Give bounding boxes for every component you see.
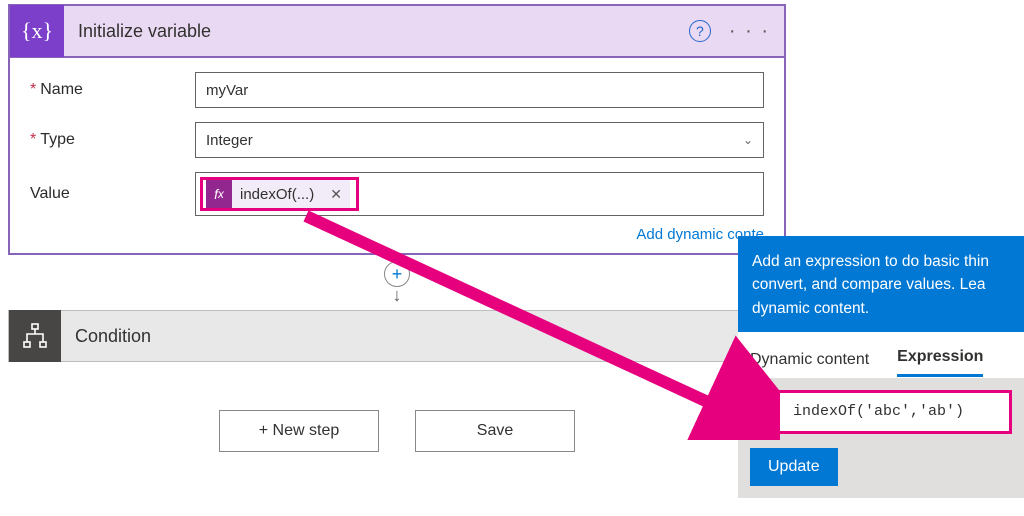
value-input[interactable]: fx indexOf(...) ✕ [195,172,764,216]
help-icon[interactable]: ? [689,20,711,42]
new-step-button[interactable]: + New step [219,410,379,452]
fx-icon: fx [206,180,232,208]
card-header[interactable]: {x} Initialize variable ? · · · [8,4,786,56]
value-highlight: fx indexOf(...) ✕ [200,177,359,211]
add-dynamic-content-link[interactable]: Add dynamic conte [30,220,764,243]
condition-icon [9,310,61,362]
type-select[interactable]: Integer ⌄ [195,122,764,158]
save-button[interactable]: Save [415,410,575,452]
card-body: *Name myVar *Type Integer ⌄ Value fx ind… [8,56,786,255]
chevron-down-icon: ⌄ [743,133,753,147]
dynamic-content-doc-link[interactable]: dynamic content. [752,300,869,317]
popup-tabs: Dynamic content Expression [738,332,1024,378]
add-step-icon[interactable]: + [384,261,410,287]
connector: + ↓ [8,255,786,306]
expression-input-wrap: fx indexOf('abc','ab') [750,390,1012,434]
update-button[interactable]: Update [750,448,838,486]
arrow-down-icon: ↓ [393,285,402,306]
action-buttons: + New step Save [8,410,786,452]
card-title: Initialize variable [64,21,689,42]
tab-expression[interactable]: Expression [897,348,983,377]
condition-card[interactable]: Condition [8,310,786,362]
expression-area: fx indexOf('abc','ab') Update [738,378,1024,498]
tab-dynamic-content[interactable]: Dynamic content [750,351,869,377]
value-label: Value [30,185,195,203]
initialize-variable-card: {x} Initialize variable ? · · · *Name my… [8,4,786,255]
popup-banner: Add an expression to do basic thin conve… [738,236,1024,332]
learn-link[interactable]: Lea [960,276,986,293]
variable-icon: {x} [10,5,64,57]
remove-pill-icon[interactable]: ✕ [322,186,350,203]
more-menu-icon[interactable]: · · · [729,20,770,43]
condition-title: Condition [61,326,151,347]
name-label: *Name [30,81,195,99]
type-label: *Type [30,131,195,149]
expression-input[interactable]: indexOf('abc','ab') [793,403,964,420]
fx-label-icon: fx [753,401,793,422]
pill-label: indexOf(...) [232,186,322,203]
expression-pill[interactable]: fx indexOf(...) ✕ [206,180,350,208]
expression-popup: Add an expression to do basic thin conve… [738,236,1024,512]
name-input[interactable]: myVar [195,72,764,108]
